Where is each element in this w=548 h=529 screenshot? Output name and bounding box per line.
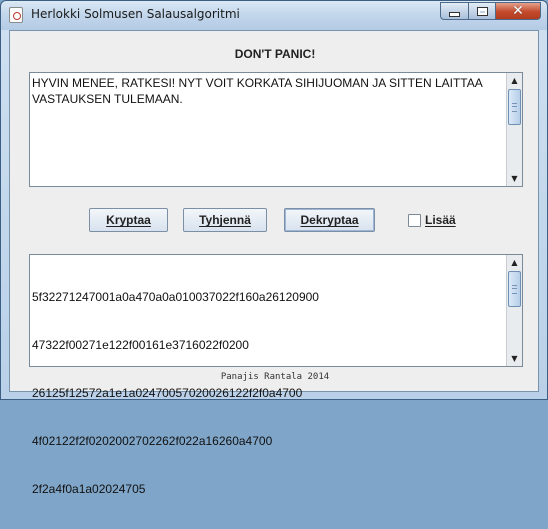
cipher-line: 47322f00271e122f00161e3716022f0200	[32, 338, 249, 352]
message-scrollbar[interactable]: ▲ ▼	[506, 73, 522, 186]
title-bar[interactable]: Herlokki Solmusen Salausalgoritmi ✕	[1, 1, 547, 30]
cipher-line: 2f2a4f0a1a02024705	[32, 482, 146, 496]
encrypt-button[interactable]: Kryptaa	[89, 208, 168, 232]
scrollbar-thumb[interactable]	[508, 271, 521, 307]
cipher-line: 5f32271247001a0a470a0a010037022f160a2612…	[32, 290, 319, 304]
window-title: Herlokki Solmusen Salausalgoritmi	[31, 7, 240, 21]
app-window: Herlokki Solmusen Salausalgoritmi ✕ DON'…	[0, 0, 548, 496]
minimize-button[interactable]	[440, 2, 468, 20]
close-button[interactable]: ✕	[495, 2, 541, 20]
add-checkbox-group[interactable]: Lisää	[408, 213, 456, 227]
arrow-up-icon[interactable]: ▲	[507, 255, 522, 270]
close-icon: ✕	[512, 3, 524, 19]
add-checkbox[interactable]	[408, 213, 421, 227]
clear-button[interactable]: Tyhjennä	[183, 208, 267, 232]
window-controls: ✕	[440, 2, 541, 21]
decrypt-button[interactable]: Dekryptaa	[284, 208, 375, 232]
minimize-icon	[449, 11, 460, 17]
cipher-text-area[interactable]: 5f32271247001a0a470a0a010037022f160a2612…	[29, 254, 523, 496]
scrollbar-thumb[interactable]	[508, 89, 521, 125]
message-text-area[interactable]: HYVIN MENEE, RATKESI! NYT VOIT KORKATA S…	[29, 72, 523, 187]
cipher-line: 26125f12572a1e1a02470057020026122f2f0a47…	[32, 386, 303, 400]
arrow-up-icon[interactable]: ▲	[507, 73, 522, 88]
cipher-scrollbar[interactable]: ▲ ▼	[506, 255, 522, 366]
author-credit: Panajis Rantala 2014	[220, 372, 330, 382]
maximize-button[interactable]	[468, 2, 495, 20]
content-panel: DON'T PANIC! HYVIN MENEE, RATKESI! NYT V…	[9, 30, 539, 496]
message-text: HYVIN MENEE, RATKESI! NYT VOIT KORKATA S…	[32, 76, 483, 106]
maximize-icon	[476, 6, 488, 16]
java-cup-icon[interactable]	[9, 7, 23, 23]
cipher-line: 4f02122f2f0202002702262f022a16260a4700	[32, 434, 273, 448]
page-title: DON'T PANIC!	[234, 47, 316, 61]
add-checkbox-label[interactable]: Lisää	[425, 213, 456, 227]
cipher-text: 5f32271247001a0a470a0a010037022f160a2612…	[32, 257, 504, 529]
arrow-down-icon[interactable]: ▼	[507, 351, 522, 366]
arrow-down-icon[interactable]: ▼	[507, 171, 522, 186]
